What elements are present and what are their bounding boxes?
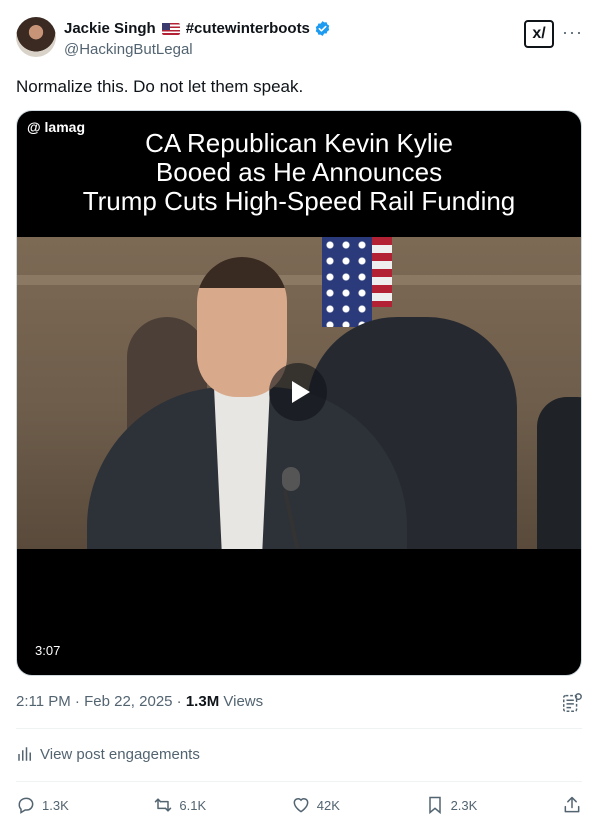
reply-button[interactable]: 1.3K (16, 795, 69, 815)
reply-count: 1.3K (42, 797, 69, 813)
play-button[interactable] (269, 363, 327, 421)
bookmark-count: 2.3K (450, 797, 478, 813)
us-flag-icon (161, 22, 180, 35)
views-count: 1.3M (185, 693, 220, 710)
scene-flag (322, 237, 372, 327)
repost-icon (155, 798, 172, 812)
action-bar: 1.3K 6.1K 42K 2.3K (16, 784, 582, 826)
grok-summary-icon[interactable] (561, 692, 583, 714)
repost-button[interactable]: 6.1K (153, 795, 206, 815)
video-headline-line: CA Republican Kevin Kylie (145, 128, 453, 158)
like-button[interactable]: 42K (291, 795, 340, 815)
video-headline-line: Trump Cuts High-Speed Rail Funding (82, 186, 516, 216)
video-headline: CA Republican Kevin Kylie Booed as He An… (17, 129, 581, 216)
author-avatar[interactable] (16, 17, 56, 57)
share-button[interactable] (562, 795, 582, 815)
scene-mic (282, 467, 300, 491)
author-hashtag[interactable]: #cutewinterboots (186, 20, 310, 37)
view-engagements-link[interactable]: View post engagements (16, 745, 200, 763)
author-handle[interactable]: @HackingButLegal (64, 41, 193, 58)
meta-separator: · (176, 693, 182, 710)
post-text: Normalize this. Do not let them speak. (16, 77, 304, 96)
video-duration: 3:07 (29, 640, 67, 661)
video-player[interactable]: @ lamag CA Republican Kevin Kylie Booed … (16, 110, 582, 676)
heart-icon (293, 798, 309, 813)
play-icon (291, 381, 310, 403)
scene-flag-stripes (372, 237, 392, 307)
bookmark-icon (428, 796, 441, 815)
author-display-name[interactable]: Jackie Singh (64, 20, 156, 37)
share-icon (564, 796, 580, 813)
post-date[interactable]: Feb 22, 2025 (84, 693, 172, 710)
reply-icon (18, 797, 34, 814)
post-meta: 2:11 PM · Feb 22, 2025 · 1.3M Views (16, 693, 263, 710)
analytics-icon (18, 747, 31, 761)
views-label: Views (223, 693, 264, 710)
meta-separator: · (74, 693, 80, 710)
more-options-button[interactable]: ··· (562, 22, 583, 43)
repost-count: 6.1K (179, 797, 207, 813)
scene-person (537, 397, 581, 549)
divider (16, 781, 582, 782)
video-headline-line: Booed as He Announces (155, 157, 443, 187)
grok-button[interactable]: x/ (524, 20, 554, 48)
scene-wall (17, 275, 581, 285)
author-name-row: Jackie Singh #cutewinterboots (64, 20, 331, 37)
view-engagements-label: View post engagements (40, 745, 200, 763)
verified-badge-icon (315, 21, 330, 36)
divider (16, 728, 582, 729)
like-count: 42K (316, 797, 340, 813)
bookmark-button[interactable]: 2.3K (425, 795, 478, 815)
post-time[interactable]: 2:11 PM (16, 693, 71, 710)
